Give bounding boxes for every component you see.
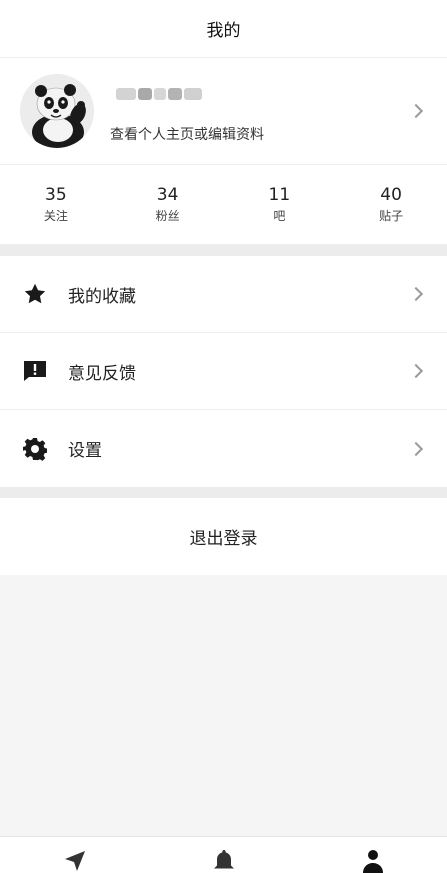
chevron-right-icon [408, 286, 424, 302]
star-icon [22, 281, 48, 307]
profile-card[interactable]: 查看个人主页或编辑资料 [0, 58, 447, 165]
stat-label: 粉丝 [155, 209, 180, 223]
tab-profile[interactable] [298, 837, 447, 873]
avatar[interactable] [20, 74, 94, 148]
menu-label: 设置 [68, 441, 102, 461]
menu-list: 我的收藏 意见反馈 设置 [0, 256, 447, 487]
menu-item-favorites[interactable]: 我的收藏 [0, 256, 447, 333]
menu-item-settings[interactable]: 设置 [0, 410, 447, 487]
section-divider [0, 487, 447, 498]
bottom-tab-bar [0, 836, 447, 873]
bell-icon [213, 849, 235, 873]
stat-label: 关注 [43, 209, 68, 223]
tab-notifications[interactable] [149, 837, 298, 873]
menu-item-feedback[interactable]: 意见反馈 [0, 333, 447, 410]
chevron-right-icon [408, 103, 424, 119]
stat-label: 吧 [273, 209, 286, 223]
panda-avatar-image [20, 74, 94, 148]
stat-count: 34 [156, 185, 179, 205]
page-title: 我的 [206, 21, 241, 41]
feedback-icon [22, 358, 48, 384]
stats-row: 35 关注 34 粉丝 11 吧 40 贴子 [0, 165, 447, 245]
stat-posts[interactable]: 40 贴子 [335, 165, 447, 244]
username-blurred [116, 84, 202, 102]
logout-button[interactable]: 退出登录 [0, 498, 447, 575]
chevron-right-icon [408, 363, 424, 379]
stat-forums[interactable]: 11 吧 [224, 165, 336, 244]
stat-count: 35 [45, 185, 67, 205]
profile-edit-link[interactable]: 查看个人主页或编辑资料 [110, 124, 264, 144]
tab-discover[interactable] [0, 837, 149, 873]
stat-count: 40 [380, 185, 402, 205]
gear-icon [22, 436, 48, 462]
stat-followers[interactable]: 34 粉丝 [112, 165, 224, 244]
person-icon [361, 849, 385, 873]
navigation-arrow-icon [63, 849, 87, 873]
section-divider [0, 245, 447, 256]
stat-following[interactable]: 35 关注 [0, 165, 112, 244]
logout-label: 退出登录 [189, 529, 258, 549]
chevron-right-icon [408, 441, 424, 456]
menu-label: 意见反馈 [68, 363, 136, 384]
stat-label: 贴子 [379, 209, 404, 223]
stat-count: 11 [268, 185, 291, 205]
profile-info[interactable]: 查看个人主页或编辑资料 [110, 74, 411, 148]
menu-label: 我的收藏 [68, 286, 136, 307]
header-bar: 我的 [0, 0, 447, 58]
